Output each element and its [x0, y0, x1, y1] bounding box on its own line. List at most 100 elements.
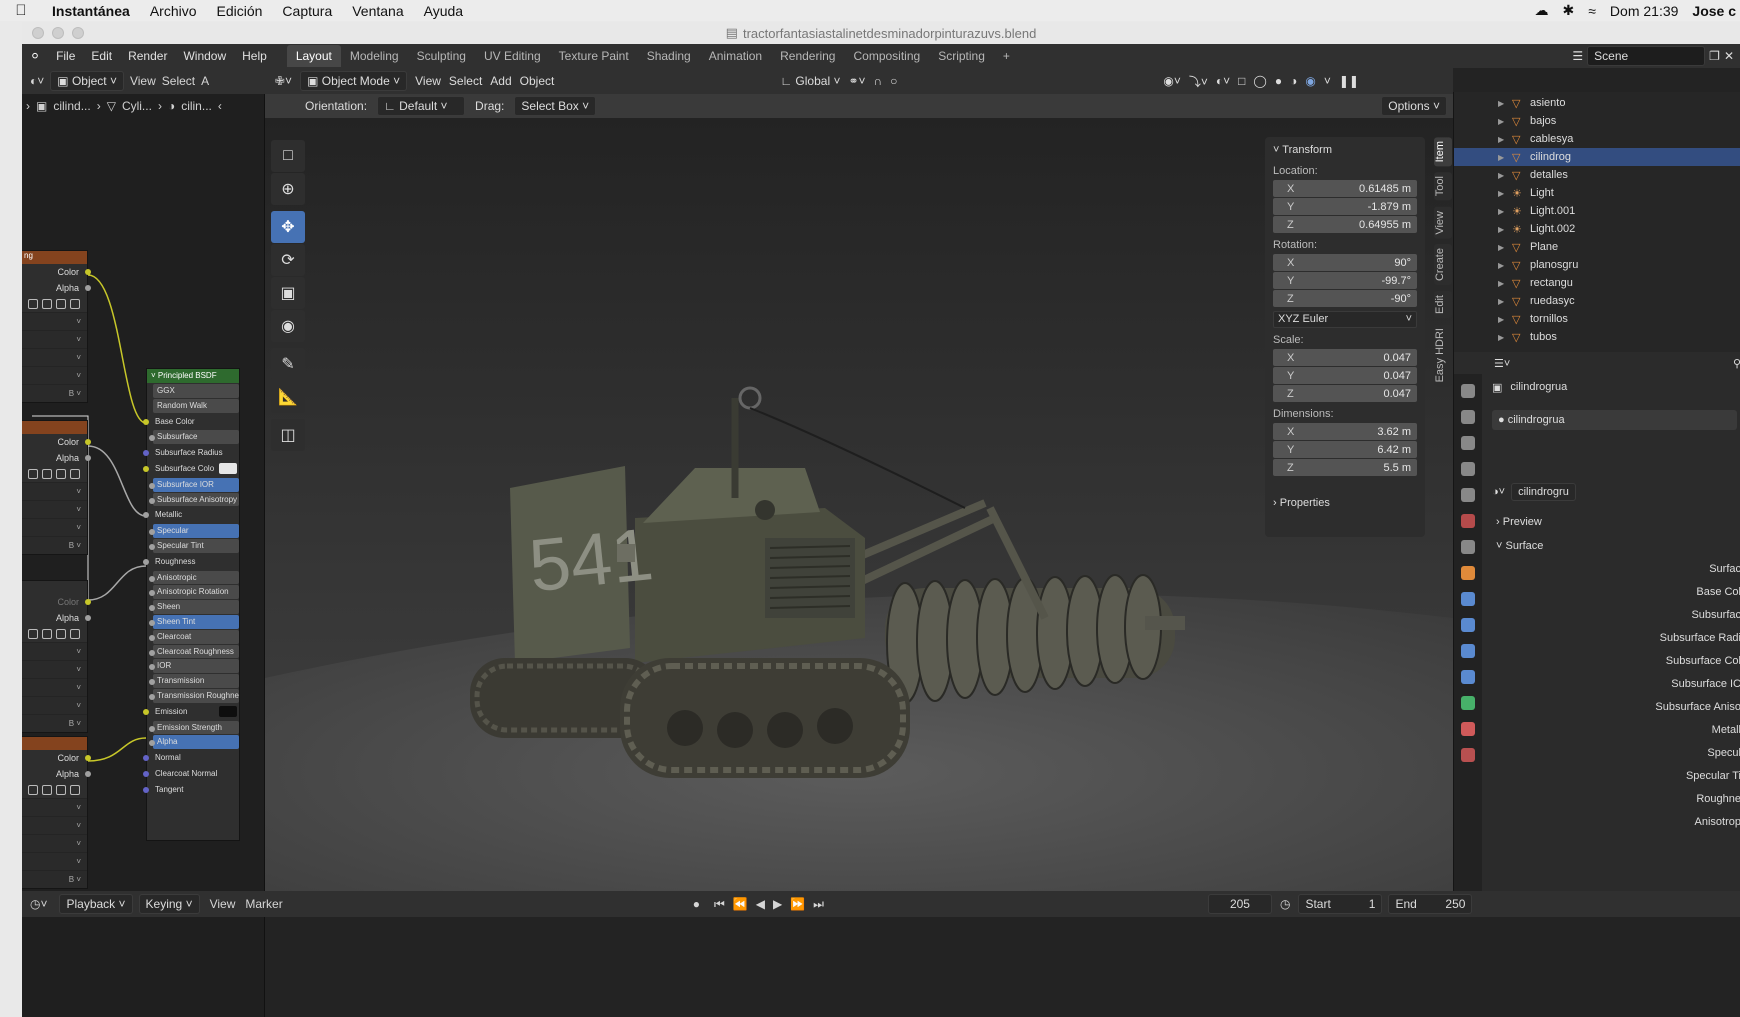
transform-orientation-dropdown[interactable]: ∟ Global ˅ [780, 74, 840, 88]
outliner-item-name[interactable]: rectangu [1530, 277, 1573, 289]
material-selector[interactable]: ◑˅ cilindrogru [1488, 482, 1740, 502]
menu-captura[interactable]: Captura [272, 3, 342, 19]
socket-icon[interactable] [149, 679, 155, 686]
scale-z-field[interactable]: Z 0.047 [1273, 385, 1417, 402]
shield-icon[interactable] [28, 785, 38, 795]
surface-property-row[interactable]: Surfac [1488, 558, 1740, 581]
menu-ventana[interactable]: Ventana [342, 3, 413, 19]
next-keyframe-icon[interactable]: ⏩ [786, 897, 809, 911]
tab-create[interactable]: Create [1434, 244, 1452, 286]
socket-icon[interactable] [149, 664, 155, 671]
copy-icon[interactable] [42, 469, 52, 479]
surface-property-row[interactable]: Specular Ti [1488, 765, 1740, 788]
color-swatch[interactable] [219, 462, 237, 474]
bsdf-input-row[interactable]: Alpha [149, 735, 239, 750]
modifier-tab-icon[interactable] [1461, 592, 1475, 606]
tab-easy-hdri[interactable]: Easy HDRI [1434, 324, 1452, 387]
search-icon[interactable]: ⚲ [1733, 357, 1740, 370]
object-name[interactable]: cilindrogrua [1510, 381, 1567, 393]
location-x-field[interactable]: X 0.61485 m [1273, 180, 1417, 197]
socket-icon[interactable] [149, 529, 155, 536]
material-slot-name[interactable]: cilindrogrua [1508, 414, 1565, 426]
socket-icon[interactable] [149, 725, 155, 732]
dimensions-y-field[interactable]: Y 6.42 m [1273, 441, 1417, 458]
outliner-item-name[interactable]: asiento [1530, 97, 1565, 109]
outliner-item-name[interactable]: Light.002 [1530, 223, 1575, 235]
output-color[interactable]: Color [22, 434, 91, 450]
prev-keyframe-icon[interactable]: ⏪ [729, 897, 752, 911]
socket-icon[interactable] [149, 634, 155, 641]
expand-icon[interactable]: ▶ [1498, 315, 1506, 324]
clock-icon[interactable]: ◷ [1272, 897, 1298, 911]
bsdf-input-row[interactable]: Subsurface [149, 430, 239, 445]
surface-property-row[interactable]: Base Col [1488, 581, 1740, 604]
properties-editor[interactable]: ☰˅ ⚲ ▣ cilindrogrua ● cilindrogrua ◑˅ ci… [1453, 352, 1740, 891]
bsdf-input-row[interactable]: Emission [143, 704, 239, 720]
close-icon[interactable] [70, 469, 80, 479]
orientation-dropdown[interactable]: ∟ Default ˅ [377, 96, 466, 116]
material-slot-list[interactable]: ● cilindrogrua [1492, 410, 1737, 430]
keying-dropdown[interactable]: Keying ˅ [138, 894, 200, 914]
menu-edit[interactable]: Edit [83, 49, 120, 63]
pause-icon[interactable]: ❚❚ [1339, 74, 1359, 88]
outliner-item[interactable]: ▶ ▽ planosgru [1454, 256, 1740, 274]
outliner-item-name[interactable]: ruedasyc [1530, 295, 1575, 307]
socket-icon[interactable] [143, 512, 149, 519]
node-option[interactable]: B ˅ [22, 870, 87, 888]
expand-icon[interactable]: ▶ [1498, 153, 1506, 162]
bsdf-input-row[interactable]: GGX [153, 384, 239, 398]
outliner-item-name[interactable]: detalles [1530, 169, 1568, 181]
play-reverse-icon[interactable]: ◀ [752, 897, 769, 911]
3d-viewport[interactable]: 541 ✙˅ ▣ Object Mode ˅ View Select Add O… [265, 68, 1453, 891]
wifi-icon[interactable]: ≈ [1588, 3, 1596, 19]
outliner-item-name[interactable]: planosgru [1530, 259, 1578, 271]
shield-icon[interactable] [28, 469, 38, 479]
menu-window[interactable]: Window [175, 49, 234, 63]
dimensions-z-field[interactable]: Z 5.5 m [1273, 459, 1417, 476]
bsdf-input-row[interactable]: Clearcoat Roughness [149, 644, 239, 659]
outliner-item-name[interactable]: bajos [1530, 115, 1556, 127]
record-icon[interactable]: ● [683, 897, 710, 911]
wireframe-shading-icon[interactable]: ◯ [1253, 74, 1266, 88]
surface-property-row[interactable]: Subsurface Radi [1488, 627, 1740, 650]
editor-type-icon[interactable]: ◷˅ [22, 897, 55, 911]
socket-icon[interactable] [143, 786, 149, 793]
principled-bsdf-node[interactable]: ˅ Principled BSDF GGX Random Walk Base Col… [143, 368, 240, 841]
shield-icon[interactable] [28, 629, 38, 639]
bsdf-input-row[interactable]: Sheen Tint [149, 614, 239, 629]
preview-section-header[interactable]: › Preview [1488, 510, 1740, 534]
start-frame-field[interactable]: Start 1 [1298, 894, 1383, 914]
node-option[interactable]: ˅ [22, 312, 87, 330]
expand-icon[interactable]: ▶ [1498, 225, 1506, 234]
menu-edicion[interactable]: Edición [207, 3, 273, 19]
surface-property-row[interactable]: Roughne [1488, 788, 1740, 811]
tab-scripting[interactable]: Scripting [929, 45, 994, 67]
tab-animation[interactable]: Animation [700, 45, 771, 67]
folder-icon[interactable] [56, 785, 66, 795]
texture-tab-icon[interactable] [1461, 748, 1475, 762]
bsdf-input-row[interactable]: Specular Tint [149, 538, 239, 553]
rotation-y-field[interactable]: Y -99.7° [1273, 272, 1417, 289]
bsdf-input-row[interactable]: Emission Strength [149, 720, 239, 735]
menu-file[interactable]: File [48, 49, 83, 63]
bsdf-input-row[interactable]: Subsurface IOR [149, 477, 239, 492]
menu-vp-add[interactable]: Add [490, 74, 511, 88]
menu-archivo[interactable]: Archivo [140, 3, 207, 19]
surface-property-row[interactable]: Subsurface Col [1488, 650, 1740, 673]
node-option[interactable]: ˅ [22, 678, 87, 696]
new-scene-icon[interactable]: ❐ [1709, 49, 1720, 63]
material-shading-icon[interactable]: ◑ [1290, 74, 1297, 88]
play-icon[interactable]: ▶ [769, 897, 786, 911]
socket-icon[interactable] [149, 740, 155, 747]
clock[interactable]: Dom 21:39 [1610, 3, 1678, 19]
bsdf-input-row[interactable]: Transmission Roughne [149, 688, 239, 703]
menu-timeline-marker[interactable]: Marker [245, 897, 282, 911]
bsdf-input-row[interactable]: Subsurface Anisotropy [149, 492, 239, 507]
shader-node-editor[interactable]: ◐˅ ▣ Object ˅ View Select A › ▣ cilind..… [22, 68, 265, 1017]
outliner-item[interactable]: ▶ ▽ rectangu [1454, 274, 1740, 292]
socket-icon[interactable] [143, 558, 149, 565]
copy-icon[interactable] [42, 299, 52, 309]
menu-vp-select[interactable]: Select [449, 74, 482, 88]
rotate-tool[interactable]: ⟳ [271, 244, 305, 276]
socket-icon[interactable] [149, 590, 155, 597]
